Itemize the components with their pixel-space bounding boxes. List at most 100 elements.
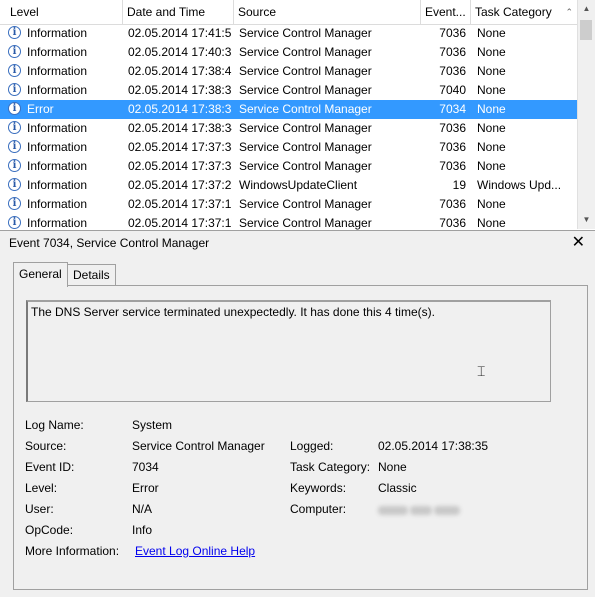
event-task-category: Windows Upd... (477, 178, 562, 192)
vertical-scrollbar[interactable]: ▲ ▼ (577, 0, 595, 229)
task-category-value: None (378, 460, 407, 474)
tab-details[interactable]: Details (67, 264, 116, 286)
event-task-category: None (477, 45, 506, 59)
event-task-category: None (477, 159, 506, 173)
event-level-text: Information (27, 197, 88, 211)
info-icon: i (8, 121, 21, 134)
scrollbar-thumb[interactable] (580, 20, 592, 40)
logged-label: Logged: (290, 439, 334, 453)
event-level-text: Information (27, 83, 88, 97)
column-header-task-category[interactable]: Task Category ⌃ (471, 0, 577, 24)
log-name-label: Log Name: (25, 418, 84, 432)
level-value: Error (132, 481, 159, 495)
event-level: i Information (8, 195, 120, 214)
user-label: User: (25, 502, 54, 516)
event-row[interactable]: i Information 02.05.2014 17:37:23 WindowsUp… (0, 176, 577, 195)
computer-value-redacted (378, 503, 464, 517)
event-level: i Information (8, 157, 120, 176)
event-row[interactable]: i Information 02.05.2014 17:38:34 Service C… (0, 119, 577, 138)
text-cursor-icon: ⌶ (477, 364, 486, 380)
event-date: 02.05.2014 17:41:51 (128, 26, 232, 40)
event-level: i Information (8, 138, 120, 157)
event-task-category: None (477, 140, 506, 154)
user-value: N/A (132, 502, 153, 516)
event-source: Service Control Manager (239, 121, 372, 135)
event-task-category: None (477, 216, 506, 230)
keywords-value: Classic (378, 481, 417, 495)
event-row[interactable]: i Information 02.05.2014 17:37:17 Service C… (0, 214, 577, 230)
event-row[interactable]: i Information 02.05.2014 17:38:42 Service C… (0, 62, 577, 81)
info-icon: i (8, 64, 21, 77)
event-source: Service Control Manager (239, 45, 372, 59)
event-id: 7036 (439, 216, 466, 230)
event-level: i Error (8, 100, 120, 119)
event-level: i Information (8, 214, 120, 230)
info-icon: i (8, 45, 21, 58)
event-date: 02.05.2014 17:37:33 (128, 140, 232, 154)
event-task-category: None (477, 26, 506, 40)
info-icon: i (8, 197, 21, 210)
event-log-online-help-link[interactable]: Event Log Online Help (135, 542, 255, 560)
event-row[interactable]: i Information 02.05.2014 17:40:35 Service C… (0, 43, 577, 62)
opcode-value: Info (132, 523, 153, 537)
event-id: 7036 (439, 197, 466, 211)
event-list[interactable]: Level Date and Time Source Event... Task… (0, 0, 595, 231)
computer-label: Computer: (290, 502, 347, 516)
info-icon: i (8, 83, 21, 96)
column-header-event-id[interactable]: Event... (421, 0, 471, 24)
event-level: i Information (8, 176, 120, 195)
event-id: 7036 (439, 45, 466, 59)
event-level-text: Information (27, 140, 88, 154)
event-row[interactable]: i Information 02.05.2014 17:37:31 Service C… (0, 157, 577, 176)
event-id: 19 (452, 178, 466, 192)
event-source: Service Control Manager (239, 216, 372, 230)
column-header-task-category-label: Task Category (475, 5, 552, 19)
event-id: 7034 (439, 102, 466, 116)
event-source: WindowsUpdateClient (239, 178, 358, 192)
event-level: i Information (8, 24, 120, 43)
info-icon: i (8, 178, 21, 191)
event-level-text: Information (27, 121, 88, 135)
error-icon: i (8, 102, 21, 115)
event-date: 02.05.2014 17:37:17 (128, 197, 232, 211)
event-row[interactable]: i Information 02.05.2014 17:37:33 Service C… (0, 138, 577, 157)
info-icon: i (8, 159, 21, 172)
event-date: 02.05.2014 17:40:35 (128, 45, 232, 59)
event-row[interactable]: i Error 02.05.2014 17:38:35 Service Control… (0, 100, 577, 119)
event-id: 7040 (439, 83, 466, 97)
event-row[interactable]: i Information 02.05.2014 17:41:51 Service C… (0, 24, 577, 43)
column-header-level[interactable]: Level (0, 0, 123, 24)
event-id-label: Event ID: (25, 460, 75, 474)
event-id: 7036 (439, 121, 466, 135)
column-header-source[interactable]: Source (234, 0, 421, 24)
event-date: 02.05.2014 17:38:35 (128, 102, 232, 116)
scroll-up-arrow-icon[interactable]: ▲ (578, 0, 595, 17)
event-id: 7036 (439, 64, 466, 78)
event-task-category: None (477, 102, 506, 116)
event-date: 02.05.2014 17:38:42 (128, 64, 232, 78)
source-value: Service Control Manager (132, 439, 265, 453)
event-level-text: Information (27, 26, 88, 40)
level-label: Level: (25, 481, 58, 495)
event-level-text: Information (27, 178, 88, 192)
event-source: Service Control Manager (239, 102, 372, 116)
event-level: i Information (8, 81, 120, 100)
event-source: Service Control Manager (239, 64, 372, 78)
column-header-date[interactable]: Date and Time (123, 0, 234, 24)
scroll-down-arrow-icon[interactable]: ▼ (578, 211, 595, 228)
event-task-category: None (477, 83, 506, 97)
info-icon: i (8, 216, 21, 229)
close-icon[interactable]: ✕ (572, 232, 585, 254)
event-description[interactable]: The DNS Server service terminated unexpe… (26, 300, 551, 402)
opcode-label: OpCode: (25, 523, 74, 537)
chevron-up-icon: ⌃ (565, 7, 573, 17)
event-row[interactable]: i Information 02.05.2014 17:37:17 Service C… (0, 195, 577, 214)
event-task-category: None (477, 64, 506, 78)
event-row[interactable]: i Information 02.05.2014 17:38:36 Service C… (0, 81, 577, 100)
event-id: 7036 (439, 26, 466, 40)
event-date: 02.05.2014 17:38:36 (128, 83, 232, 97)
event-id-value: 7034 (132, 460, 159, 474)
event-date: 02.05.2014 17:38:34 (128, 121, 232, 135)
event-source: Service Control Manager (239, 83, 372, 97)
tab-general[interactable]: General (13, 262, 68, 287)
